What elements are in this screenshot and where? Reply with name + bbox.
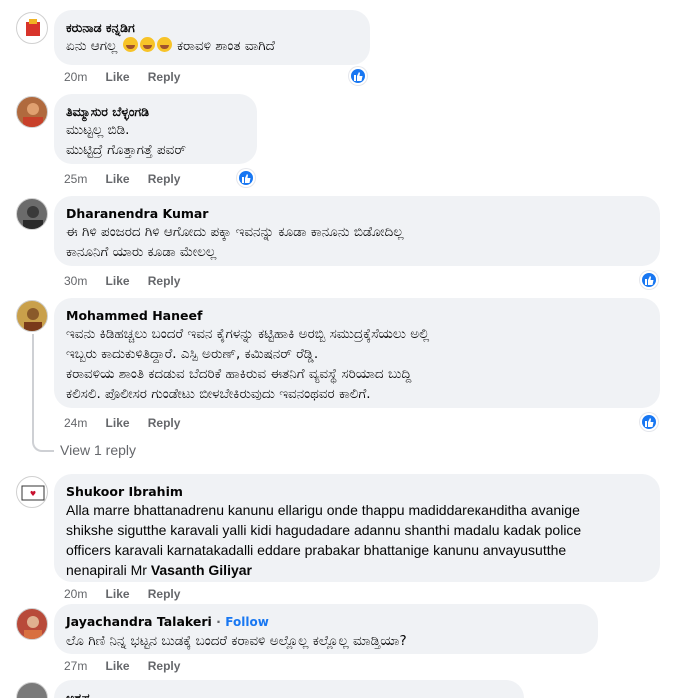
comment-bubble: ತಿಮ್ಮಾಸುರ ಬೆಳ್ಳಂಗಡಿ ಮುಟ್ಟಲ್ಲ ಬಿಡಿ. ಮುಟ್ಟ… — [54, 94, 257, 164]
avatar[interactable] — [16, 12, 48, 44]
comment-time[interactable]: 25m — [64, 172, 87, 186]
view-replies-link[interactable]: View 1 reply — [60, 442, 136, 458]
thumbs-up-reaction-icon[interactable] — [640, 413, 658, 431]
comment-bubble: ಕರುನಾಡ ಕನ್ನಡಿಗ ಏನು ಆಗಲ್ಲ ಕರಾವಳಿ ಶಾಂತ ವಾಗ… — [54, 10, 370, 65]
comment-text-line: ಇವನು ಕಿಡಿಹಚ್ಚಲು ಬಂದರೆ ಇವನ ಕೈಗಳನ್ನು ಕಟ್ಟಿ… — [66, 326, 430, 342]
comment-text-line: ಕಲಿಸಲಿ. ಪೊಲೀಸರ ಗುಂಡೇಟು ಬೀಳಬೇಕಿರುವುದು ಇವನ… — [66, 386, 371, 402]
comment-text: ಏನು ಆಗಲ್ಲ ಕರಾವಳಿ ಶಾಂತ ವಾಗಿದೆ — [66, 37, 275, 54]
avatar[interactable] — [16, 608, 48, 640]
comment-bubble: Dharanendra Kumar ಈ ಗಿಳಿ ಪಂಜರದ ಗಿಳಿ ಆಗೋದ… — [54, 196, 660, 266]
reply-button[interactable]: Reply — [148, 172, 181, 186]
comment-actions: 25m Like Reply — [64, 172, 194, 186]
laughing-emoji-icon — [156, 37, 172, 52]
avatar[interactable] — [16, 682, 48, 698]
comment-text-line: ಮುಟ್ಟಿದ್ರೆ ಗೊತ್ತಾಗತ್ತೆ ಪವರ್ — [66, 142, 186, 158]
reply-button[interactable]: Reply — [148, 70, 181, 84]
svg-text:♥: ♥ — [30, 490, 36, 498]
comment-actions: 30m Like Reply — [64, 274, 194, 288]
like-button[interactable]: Like — [106, 274, 130, 288]
thumbs-up-reaction-icon[interactable] — [237, 169, 255, 187]
reply-button[interactable]: Reply — [148, 274, 181, 288]
avatar[interactable]: ♥ — [16, 476, 48, 508]
comment-actions: 27m Like Reply — [64, 659, 194, 673]
reply-button[interactable]: Reply — [148, 416, 181, 430]
like-button[interactable]: Like — [106, 587, 130, 601]
comment-author: Jayachandra Talakeri · Follow — [66, 614, 269, 629]
thread-connector — [32, 436, 54, 452]
comment-text-line: ಕಾನೂನಿಗೆ ಯಾರು ಕೂಡಾ ಮೇಲಲ್ಲ — [66, 244, 217, 260]
comment-actions: 24m Like Reply — [64, 416, 194, 430]
comment-text-line: ಲೊ ಗಿಣಿ ನಿನ್ನ ಭಟ್ಟನ ಬುಡಕ್ಕೆ ಬಂದರೆ ಕರಾವಳಿ… — [66, 633, 407, 649]
comment-time[interactable]: 27m — [64, 659, 87, 673]
mention-link[interactable]: Vasanth Giliyar — [151, 562, 252, 578]
comment-author[interactable]: ತಿಮ್ಮಾಸುರ ಬೆಳ್ಳಂಗಡಿ — [66, 103, 245, 120]
comment-bubble: Mohammed Haneef ಇವನು ಕಿಡಿಹಚ್ಚಲು ಬಂದರೆ ಇವ… — [54, 298, 660, 408]
comment-author[interactable]: Dharanendra Kumar — [66, 205, 648, 222]
comment-time[interactable]: 24m — [64, 416, 87, 430]
comment-text-line: shikshe sigutthe karavali yalli kidi hag… — [66, 522, 582, 538]
comment-time[interactable]: 30m — [64, 274, 87, 288]
laughing-emoji-icon — [139, 37, 155, 52]
comment-text-line: Alla marre bhattanadrenu kanunu ellarigu… — [66, 502, 580, 518]
thumbs-up-reaction-icon[interactable] — [349, 67, 367, 85]
comment-text-line: ಕರಾವಳಿಯ ಶಾಂತಿ ಕದಡುವ ಬೆದರಿಕೆ ಹಾಕಿರುವ ಈತನಿ… — [66, 366, 412, 382]
comment-author[interactable]: ಅಶ್ರಫ಼ — [66, 689, 512, 698]
comment-bubble: ಅಶ್ರಫ಼ — [54, 680, 524, 698]
comment-bubble: Shukoor Ibrahim Alla marre bhattanadrenu… — [54, 474, 660, 582]
comment-text-line: nenapirali Mr Vasanth Giliyar — [66, 562, 252, 578]
comment-time[interactable]: 20m — [64, 587, 87, 601]
like-button[interactable]: Like — [106, 70, 130, 84]
comment-text-line: officers karavali karnatakadalli eddare … — [66, 542, 567, 558]
avatar[interactable] — [16, 300, 48, 332]
comment-author[interactable]: Shukoor Ibrahim — [66, 483, 648, 500]
like-button[interactable]: Like — [106, 416, 130, 430]
like-button[interactable]: Like — [106, 172, 130, 186]
comment-text-line: ಇಬ್ಬರು ಕಾದುಕುಳಿತಿದ್ದಾರೆ. ಎಸ್ಪಿ ಅರುಣ್, ಕಮ… — [66, 346, 319, 362]
comment-text-line: ಮುಟ್ಟಲ್ಲ ಬಿಡಿ. — [66, 122, 130, 138]
reply-button[interactable]: Reply — [148, 659, 181, 673]
comment-author[interactable]: Mohammed Haneef — [66, 307, 648, 324]
comment-author[interactable]: ಕರುನಾಡ ಕನ್ನಡಿಗ — [66, 19, 358, 36]
thumbs-up-reaction-icon[interactable] — [640, 271, 658, 289]
like-button[interactable]: Like — [106, 659, 130, 673]
thread-line — [32, 334, 34, 438]
avatar[interactable] — [16, 96, 48, 128]
comment-text-line: ಈ ಗಿಳಿ ಪಂಜರದ ಗಿಳಿ ಆಗೋದು ಪಕ್ಕಾ ಇವನನ್ನು ಕೂ… — [66, 224, 404, 240]
comment-actions: 20m Like Reply — [64, 70, 194, 84]
comment-time[interactable]: 20m — [64, 70, 87, 84]
avatar[interactable] — [16, 198, 48, 230]
follow-button[interactable]: Follow — [225, 615, 269, 629]
laughing-emoji-icon — [122, 37, 138, 52]
comment-bubble: Jayachandra Talakeri · Follow ಲೊ ಗಿಣಿ ನಿ… — [54, 604, 598, 654]
comment-actions: 20m Like Reply — [64, 587, 194, 601]
reply-button[interactable]: Reply — [148, 587, 181, 601]
